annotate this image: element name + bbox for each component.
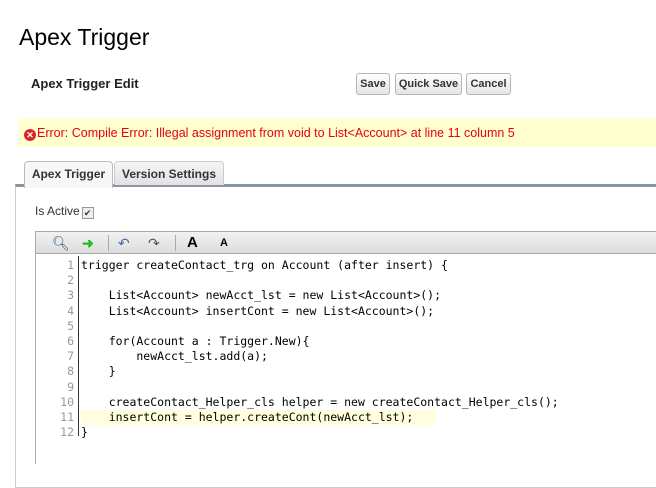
line-number: 4: [67, 303, 74, 318]
line-number: 3: [67, 288, 74, 303]
code-line[interactable]: 10 createContact_Helper_cls helper = new…: [36, 395, 656, 410]
line-number: 1: [67, 258, 74, 272]
is-active-field: Is Active ✔: [35, 204, 94, 219]
line-number: 9: [67, 379, 74, 394]
font-smaller-icon[interactable]: A: [220, 234, 228, 252]
line-number: 10: [60, 394, 74, 409]
code-text: for(Account a : Trigger.New){: [81, 334, 310, 348]
is-active-label: Is Active: [35, 204, 80, 218]
redo-icon[interactable]: ↷: [148, 234, 160, 252]
line-number: 11: [60, 410, 74, 424]
line-number: 6: [67, 334, 74, 348]
code-line[interactable]: 1 trigger createContact_trg on Account (a…: [36, 258, 656, 273]
code-text: List<Account> insertCont = new List<Acco…: [81, 303, 435, 318]
tab-version-settings[interactable]: Version Settings: [114, 161, 224, 185]
code-line[interactable]: 11 insertCont = helper.createCont(newAcc…: [60, 410, 436, 425]
tab-apex-trigger[interactable]: Apex Trigger: [24, 161, 113, 188]
code-text: trigger createContact_trg on Account (af…: [81, 258, 448, 272]
is-active-checkbox[interactable]: ✔: [81, 207, 94, 219]
gutter-divider: [78, 256, 79, 436]
cancel-button[interactable]: Cancel: [466, 73, 511, 95]
code-line[interactable]: 4 List<Account> insertCont = new List<Ac…: [36, 304, 656, 319]
line-number: 7: [67, 349, 74, 364]
code-line[interactable]: 2: [36, 273, 656, 288]
save-button[interactable]: Save: [356, 73, 390, 95]
code-text: }: [81, 425, 88, 440]
quick-save-button[interactable]: Quick Save: [395, 73, 462, 95]
page-title: Apex Trigger: [19, 24, 150, 50]
line-number: 8: [67, 364, 74, 379]
search-icon[interactable]: 🔍︎: [52, 234, 70, 252]
code-text: createContact_Helper_cls helper = new cr…: [81, 394, 559, 409]
code-text: }: [81, 364, 116, 379]
code-line[interactable]: 6 for(Account a : Trigger.New){: [36, 334, 656, 349]
code-line[interactable]: 7 newAcct_lst.add(a);: [36, 349, 656, 364]
error-x-icon: ✕: [24, 129, 36, 141]
go-to-line-icon[interactable]: ➜: [82, 234, 94, 252]
font-larger-icon[interactable]: A: [187, 234, 198, 252]
code-line[interactable]: 9: [36, 380, 656, 395]
undo-icon[interactable]: ↶: [118, 234, 130, 252]
error-message: ✕ Error: Compile Error: Illegal assignmen…: [18, 119, 656, 147]
line-number: 2: [67, 273, 74, 288]
section-title: Apex Trigger Edit: [31, 76, 139, 91]
error-text: Error: Compile Error: Illegal assignment…: [37, 126, 515, 140]
code-editor[interactable]: 1 trigger createContact_trg on Account (a…: [35, 254, 656, 464]
code-text: insertCont = helper.createCont(newAcct_l…: [81, 410, 414, 424]
line-number: 12: [60, 425, 74, 440]
code-line[interactable]: 3 List<Account> newAcct_lst = new List<A…: [36, 288, 656, 303]
code-line[interactable]: 12}: [36, 425, 656, 440]
code-line[interactable]: 8 }: [36, 364, 656, 379]
code-text: newAcct_lst.add(a);: [81, 349, 268, 364]
editor-toolbar: 🔍︎ ➜ ↶ ↷ A A: [35, 231, 656, 254]
code-text: List<Account> newAcct_lst = new List<Acc…: [81, 288, 442, 303]
line-number: 5: [67, 318, 74, 333]
code-line[interactable]: 5: [36, 319, 656, 334]
